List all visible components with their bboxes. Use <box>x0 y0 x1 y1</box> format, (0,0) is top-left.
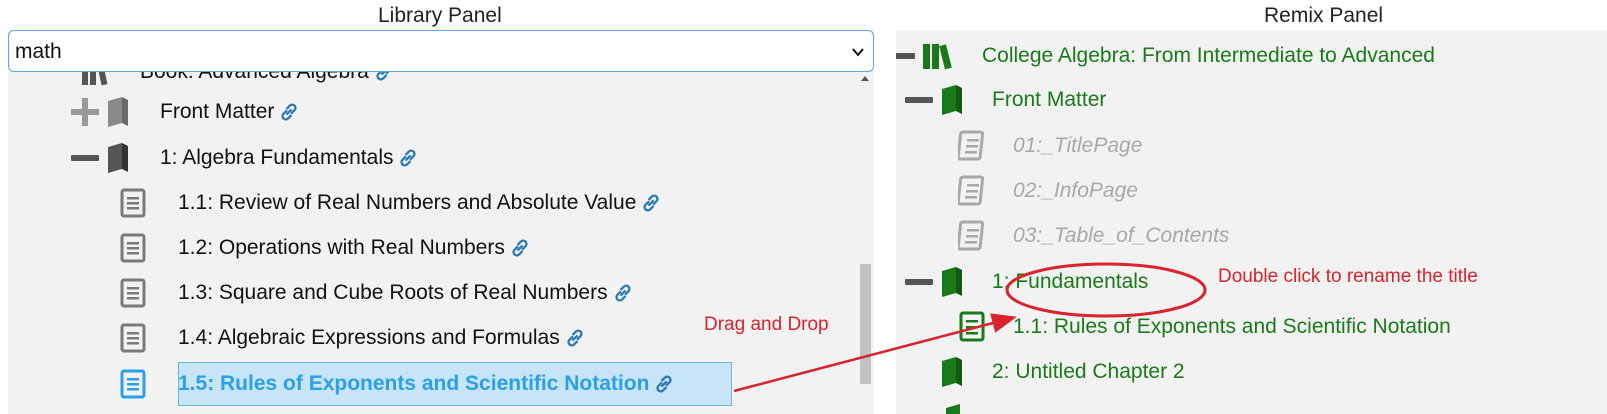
page-icon <box>120 233 146 263</box>
library-panel: Book: Advanced Algebra Front Matter 1: A… <box>8 30 874 414</box>
library-item-label: 1.3: Square and Cube Roots of Real Numbe… <box>178 281 608 304</box>
page-icon <box>958 220 985 251</box>
page-icon <box>958 175 985 206</box>
minus-icon[interactable] <box>70 143 100 173</box>
link-icon[interactable] <box>653 373 675 395</box>
page-icon <box>958 130 985 161</box>
link-icon[interactable] <box>612 282 634 304</box>
library-item-page[interactable]: 1.1: Review of Real Numbers and Absolute… <box>120 185 662 221</box>
remix-item-book[interactable]: College Algebra: From Intermediate to Ad… <box>896 38 1435 74</box>
scroll-up-arrow-icon[interactable] <box>861 76 869 81</box>
library-item-label: 1.4: Algebraic Expressions and Formulas <box>178 326 560 349</box>
remix-item-page[interactable]: 03:_Table_of_Contents <box>958 218 1229 254</box>
book-icon <box>942 267 962 297</box>
remix-item-label: 01:_TitlePage <box>1013 134 1143 157</box>
remix-item-chapter-2[interactable]: 2: Untitled Chapter 2 <box>938 354 1185 390</box>
page-icon <box>120 278 146 308</box>
remix-item-label: 03:_Table_of_Contents <box>1013 224 1230 247</box>
library-item-label: 1.2: Operations with Real Numbers <box>178 236 505 259</box>
page-icon <box>959 311 985 342</box>
book-icon <box>942 357 962 387</box>
remix-panel: College Algebra: From Intermediate to Ad… <box>896 30 1607 414</box>
library-item-page[interactable]: 1.3: Square and Cube Roots of Real Numbe… <box>120 275 634 311</box>
drag-drop-annotation: Drag and Drop <box>704 314 829 335</box>
library-item-label: 1: Algebra Fundamentals <box>160 146 394 169</box>
remix-item-label: 02:_InfoPage <box>1013 179 1138 202</box>
page-icon <box>120 188 146 218</box>
library-item-front-matter[interactable]: Front Matter <box>70 94 300 130</box>
remix-item-page[interactable]: 1.1: Rules of Exponents and Scientific N… <box>958 309 1451 345</box>
library-select-value: math <box>15 40 62 63</box>
remix-item-label: Front Matter <box>992 88 1107 111</box>
minus-icon[interactable] <box>904 85 934 115</box>
chevron-down-icon <box>852 48 864 57</box>
link-icon[interactable] <box>564 327 586 349</box>
page-icon <box>120 323 146 353</box>
remix-panel-title: Remix Panel <box>1264 4 1384 27</box>
library-item-label: 1.5: Rules of Exponents and Scientific N… <box>178 372 650 395</box>
link-icon[interactable] <box>397 147 419 169</box>
remix-item-page[interactable]: 02:_InfoPage <box>958 173 1138 209</box>
remix-item-label: 1.1: Rules of Exponents and Scientific N… <box>1013 315 1451 338</box>
page-icon <box>120 369 146 399</box>
minus-icon[interactable] <box>896 41 916 71</box>
link-icon[interactable] <box>278 101 300 123</box>
remix-item-chapter-1[interactable]: 1: Fundamentals <box>904 264 1148 300</box>
library-scrollbar[interactable] <box>858 74 872 414</box>
library-select[interactable]: math <box>8 30 874 72</box>
book-icon <box>942 85 962 115</box>
link-icon[interactable] <box>509 237 531 259</box>
rename-annotation: Double click to rename the title <box>1218 266 1478 287</box>
scrollbar-thumb[interactable] <box>860 264 871 384</box>
plus-icon[interactable] <box>70 97 100 127</box>
library-item-label: 1.1: Review of Real Numbers and Absolute… <box>178 191 637 214</box>
library-panel-title: Library Panel <box>378 4 502 27</box>
link-icon[interactable] <box>640 192 662 214</box>
minus-icon[interactable] <box>904 267 934 297</box>
library-item-chapter-1[interactable]: 1: Algebra Fundamentals <box>70 140 419 176</box>
library-item-page-selected[interactable]: 1.5: Rules of Exponents and Scientific N… <box>120 366 675 402</box>
library-item-page[interactable]: 1.2: Operations with Real Numbers <box>120 230 531 266</box>
remix-item-front-matter[interactable]: Front Matter <box>904 82 1106 118</box>
remix-item-label[interactable]: 1: Fundamentals <box>992 270 1148 294</box>
remix-item-label: College Algebra: From Intermediate to Ad… <box>982 44 1435 67</box>
library-item-label: Front Matter <box>160 100 275 123</box>
remix-item-page[interactable]: 01:_TitlePage <box>958 128 1142 164</box>
library-item-page[interactable]: 1.4: Algebraic Expressions and Formulas <box>120 320 586 356</box>
books-icon <box>923 44 952 70</box>
remix-item-label: 2: Untitled Chapter 2 <box>992 360 1185 383</box>
book-icon <box>946 404 960 414</box>
book-icon <box>108 97 128 127</box>
book-icon <box>108 143 128 173</box>
